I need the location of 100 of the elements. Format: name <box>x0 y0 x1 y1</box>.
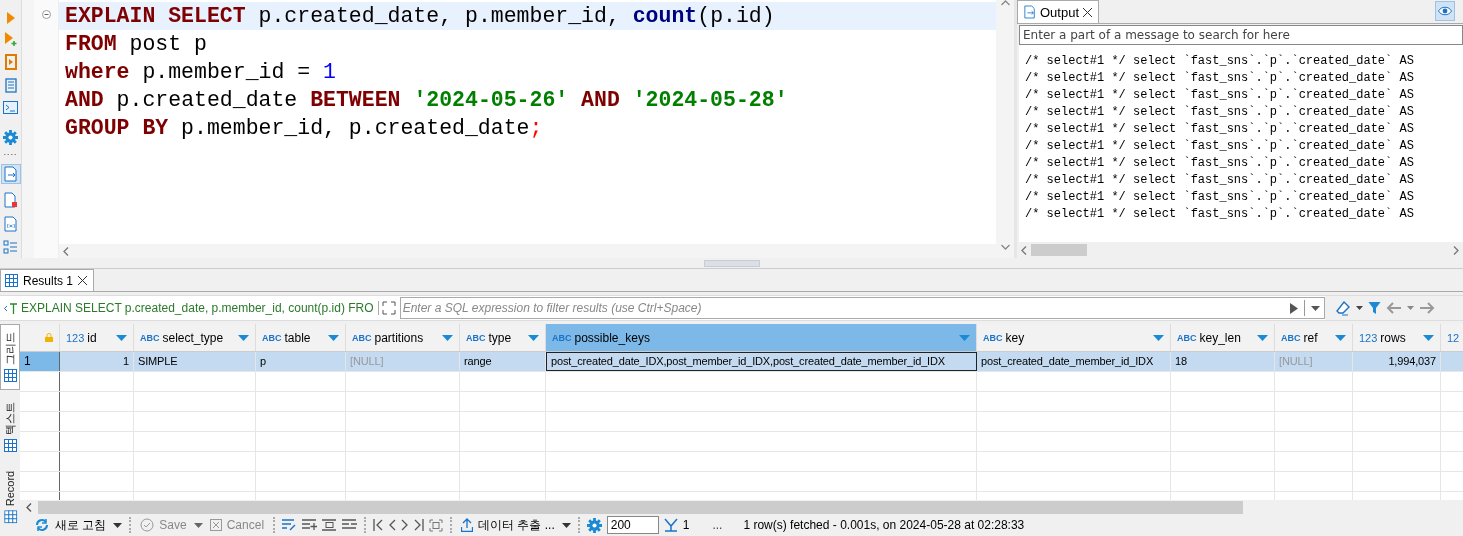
log-line: /* select#1 */ select `fast_sns`.`p`.`created_date` AS <box>1025 53 1415 70</box>
caret-icon[interactable] <box>1355 306 1363 310</box>
table-cell: post_created_date_IDX,post_member_id_IDX,post_created_date_member_id_IDX <box>546 352 977 371</box>
fold-icon[interactable] <box>42 10 51 19</box>
output-tab[interactable]: Output <box>1017 0 1100 23</box>
code-line: GROUP BY p.member_id, p.created_date; <box>64 115 544 142</box>
code-line: AND p.created_date BETWEEN '2024-05-26' AND '2024-05-28' <box>64 87 789 114</box>
document-icon[interactable] <box>4 78 17 93</box>
upload-icon <box>461 518 474 532</box>
document-arrow-icon <box>1024 5 1036 19</box>
table-cell: p <box>256 352 346 371</box>
row-number[interactable]: 1 <box>20 352 60 371</box>
more-text[interactable]: ... <box>712 518 723 532</box>
terminal-icon[interactable] <box>3 101 18 114</box>
horizontal-scrollbar[interactable] <box>59 244 996 258</box>
column-header[interactable]: 12 <box>1441 324 1463 351</box>
column-header[interactable]: ABC select_type <box>134 324 256 351</box>
copy-row-icon[interactable] <box>322 519 338 531</box>
table-cell: [NULL] <box>1275 352 1353 371</box>
grid-icon <box>5 274 18 287</box>
export-button[interactable]: 데이터 추출 ... <box>459 516 557 534</box>
play-icon[interactable] <box>1289 302 1298 314</box>
caret-icon[interactable] <box>113 522 123 528</box>
table-cell: 1 <box>60 352 134 371</box>
table-cell: 1,994,037 <box>1353 352 1441 371</box>
view-icon <box>3 510 17 524</box>
code-line: where p.member_id = 1 <box>64 59 337 86</box>
view-tab[interactable]: 텍스트 <box>0 394 20 460</box>
caret-icon[interactable] <box>1310 305 1320 311</box>
column-header[interactable]: ABC possible_keys <box>546 324 977 351</box>
back-arrow-icon[interactable] <box>1385 302 1402 314</box>
column-header[interactable]: ABC partitions <box>346 324 460 351</box>
next-icon[interactable] <box>401 519 410 531</box>
status-text: 1 row(s) fetched - 0.001s, on 2024-05-28 at 02:28:33 <box>743 518 1025 532</box>
tab-label: Results 1 <box>23 273 74 288</box>
table-cell: post_created_date_member_id_IDX <box>977 352 1171 371</box>
log-line: /* select#1 */ select `fast_sns`.`p`.`created_date` AS <box>1025 189 1415 206</box>
refresh-icon <box>34 518 50 532</box>
forward-arrow-icon[interactable] <box>1418 302 1435 314</box>
log-line: /* select#1 */ select `fast_sns`.`p`.`created_date` AS <box>1025 138 1415 155</box>
settings-icon[interactable] <box>3 130 18 145</box>
expand-icon[interactable] <box>377 301 396 315</box>
run-icon[interactable] <box>5 12 16 24</box>
last-icon[interactable] <box>414 519 425 531</box>
run-plus-icon[interactable] <box>3 32 18 46</box>
log-line: /* select#1 */ select `fast_sns`.`p`.`created_date` AS <box>1025 87 1415 104</box>
variable-document-icon[interactable] <box>3 216 18 232</box>
column-header[interactable]: ABC ref <box>1275 324 1353 351</box>
frame-icon[interactable] <box>429 518 444 532</box>
view-icon <box>3 439 17 452</box>
column-header[interactable]: 123 id <box>60 324 134 351</box>
table-cell: range <box>460 352 546 371</box>
results-tab[interactable]: Results 1 <box>0 269 95 291</box>
script-icon[interactable] <box>3 54 18 70</box>
scrollbar-thumb[interactable] <box>1031 244 1087 256</box>
fetch-size-field[interactable]: 200 <box>606 516 659 534</box>
close-icon[interactable] <box>1083 7 1093 17</box>
table-cell: 18 <box>1171 352 1275 371</box>
log-line: /* select#1 */ select `fast_sns`.`p`.`created_date` AS <box>1025 172 1415 189</box>
add-row-icon[interactable] <box>302 519 318 531</box>
eye-toggle[interactable] <box>1435 1 1455 21</box>
outline-icon[interactable] <box>3 240 18 254</box>
fetch-icon[interactable] <box>663 518 678 532</box>
edit-lines-icon[interactable] <box>282 519 298 531</box>
scrollbar-thumb[interactable] <box>38 500 1243 514</box>
delete-row-icon[interactable] <box>342 519 358 531</box>
eye-icon <box>1438 6 1452 16</box>
splitter-handle[interactable] <box>703 259 760 267</box>
code-line: FROM post p <box>64 31 208 58</box>
close-icon[interactable] <box>78 276 88 285</box>
cancel-icon <box>209 519 222 531</box>
sql-icon <box>4 302 18 314</box>
eraser-icon[interactable] <box>1334 300 1351 316</box>
settings-icon[interactable] <box>586 517 602 533</box>
fetch-count: 1 <box>682 518 690 532</box>
filter-field[interactable]: Enter a SQL expression to filter results (use Ctrl+Space) <box>399 297 1325 319</box>
caret-icon[interactable] <box>193 522 203 528</box>
view-icon <box>3 369 17 382</box>
query-text: EXPLAIN SELECT p.created_date, p.member_id, count(p.id) FRO <box>21 301 374 315</box>
search-field[interactable]: Enter a part of a message to search for here <box>1019 25 1463 45</box>
document-error-icon[interactable] <box>3 192 18 208</box>
first-icon[interactable] <box>373 519 384 531</box>
more-icon[interactable] <box>2 153 19 156</box>
log-line: /* select#1 */ select `fast_sns`.`p`.`created_date` AS <box>1025 104 1415 121</box>
check-circle-icon <box>140 518 155 532</box>
table-cell: SIMPLE <box>134 352 256 371</box>
log-line: /* select#1 */ select `fast_sns`.`p`.`created_date` AS <box>1025 155 1415 172</box>
caret-icon[interactable] <box>561 522 571 528</box>
vertical-scrollbar[interactable] <box>996 0 1014 258</box>
table-cell: [NULL] <box>346 352 460 371</box>
column-header[interactable]: ABC key <box>977 324 1171 351</box>
column-header[interactable]: 123 rows <box>1353 324 1441 351</box>
tab-label: Output <box>1040 4 1080 20</box>
document-arrow-icon[interactable] <box>3 166 18 182</box>
column-header[interactable]: ABC table <box>256 324 346 351</box>
refresh-button[interactable]: 새로 고침 <box>32 516 109 534</box>
column-header[interactable]: ABC key_len <box>1171 324 1275 351</box>
previous-icon[interactable] <box>388 519 397 531</box>
log-line: /* select#1 */ select `fast_sns`.`p`.`created_date` AS <box>1025 206 1415 223</box>
view-tab[interactable]: 그리드 <box>0 324 20 390</box>
